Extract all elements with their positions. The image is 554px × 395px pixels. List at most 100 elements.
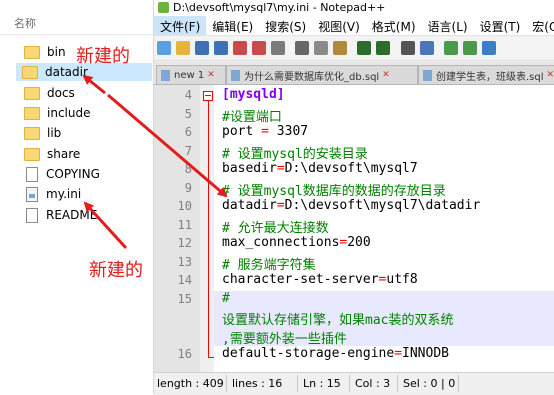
ini-equals: = xyxy=(276,198,285,213)
ini-comment: # 设置mysql的安装目录 xyxy=(222,146,368,162)
tab-label: 为什么需要数据库优化_db.sql xyxy=(244,71,380,83)
fold-range-line xyxy=(208,101,209,357)
explorer-item-label: docs xyxy=(47,86,75,100)
explorer-item-docs[interactable]: docs xyxy=(18,84,148,102)
ini-equals: = xyxy=(394,346,403,361)
zoom-in-icon[interactable] xyxy=(444,41,458,55)
save-all-icon[interactable] xyxy=(214,41,228,55)
close-tab-icon[interactable]: ✕ xyxy=(382,70,390,80)
paste-icon[interactable] xyxy=(333,41,347,55)
column-header-name[interactable]: 名称 xyxy=(0,0,153,35)
ini-value: 3307 xyxy=(268,124,309,139)
menu-item-2[interactable]: 搜索(S) xyxy=(259,16,312,35)
notepad-plus-plus-window: D:\devsoft\mysql7\my.ini - Notepad++ 文件(… xyxy=(154,0,554,395)
ini-comment: # xyxy=(222,290,230,306)
code-line: 4 [mysqld] xyxy=(154,87,554,106)
menu-item-6[interactable]: 设置(T) xyxy=(474,16,527,35)
code-line: 12 max_connections=200 xyxy=(154,235,554,254)
close-tab-icon[interactable]: ✕ xyxy=(547,70,554,80)
menu-bar: 文件(F)编辑(E)搜索(S)视图(V)格式(M)语言(L)设置(T)宏(O) xyxy=(154,16,554,36)
close-icon[interactable] xyxy=(233,41,247,55)
redo-icon[interactable] xyxy=(376,41,390,55)
explorer-item-lib[interactable]: lib xyxy=(18,124,148,142)
code-line: 16 default-storage-engine=INNODB xyxy=(154,346,554,365)
folder-icon xyxy=(24,147,40,161)
ini-comment: ,需要额外装一些插件 xyxy=(222,331,347,347)
ini-equals: = xyxy=(276,161,285,176)
menu-item-3[interactable]: 视图(V) xyxy=(312,16,366,35)
ini-value: INNODB xyxy=(402,346,449,361)
ini-setting: datadir=D:\devsoft\mysql7\datadir xyxy=(222,198,480,213)
column-header-label: 名称 xyxy=(14,17,36,30)
menu-item-1[interactable]: 编辑(E) xyxy=(206,16,259,35)
line-number: 5 xyxy=(184,106,192,121)
file-icon xyxy=(26,207,38,223)
close-tab-icon[interactable]: ✕ xyxy=(207,70,215,80)
code-line: 15 # 设置默认存储引擎，如果mac装的双系统 ,需要额外装一些插件 xyxy=(154,290,554,347)
toolbar xyxy=(154,36,554,61)
ini-comment: # 服务端字符集 xyxy=(222,257,316,273)
folder-icon xyxy=(22,65,38,79)
explorer-item-my-ini[interactable]: my.ini xyxy=(18,185,148,203)
sync-icon[interactable] xyxy=(482,41,496,55)
explorer-item-copying[interactable]: COPYING xyxy=(18,165,148,183)
ini-value: 200 xyxy=(347,235,371,250)
document-icon xyxy=(161,69,170,81)
code-line: 7 # 设置mysql的安装目录 xyxy=(154,143,554,162)
code-line: 8 basedir=D:\devsoft\mysql7 xyxy=(154,161,554,180)
document-icon xyxy=(231,69,240,81)
menu-item-0[interactable]: 文件(F) xyxy=(154,16,207,35)
status-length: length : 409 xyxy=(157,377,224,390)
menu-item-4[interactable]: 格式(M) xyxy=(366,16,422,35)
line-number: 6 xyxy=(184,125,192,139)
editor-tab[interactable]: 创建学生表，班级表.sql ✕ xyxy=(418,65,554,84)
explorer-item-label: bin xyxy=(47,45,66,59)
explorer-item-label: lib xyxy=(47,126,62,140)
editor-tab[interactable]: 为什么需要数据库优化_db.sql ✕ xyxy=(226,65,418,84)
code-line: 11 # 允许最大连接数 xyxy=(154,217,554,236)
annotation-newly-created-bottom: 新建的 xyxy=(89,260,143,281)
ini-comment: # 允许最大连接数 xyxy=(222,220,329,236)
line-number: 16 xyxy=(177,347,192,361)
menu-item-7[interactable]: 宏(O) xyxy=(526,16,554,35)
explorer-item-include[interactable]: include xyxy=(18,104,148,122)
save-icon[interactable] xyxy=(195,41,209,55)
explorer-item-label: my.ini xyxy=(46,187,82,201)
ini-value: D:\devsoft\mysql7 xyxy=(284,161,418,176)
explorer-item-readme[interactable]: README xyxy=(18,206,148,224)
tab-bar: new 1 ✕ 为什么需要数据库优化_db.sql ✕ 创建学生表，班级表.sql ✕ xyxy=(154,62,554,85)
cut-icon[interactable] xyxy=(295,41,309,55)
line-number: 15 xyxy=(177,291,192,306)
editor-tab[interactable]: new 1 ✕ xyxy=(156,65,226,84)
copy-icon[interactable] xyxy=(314,41,328,55)
fold-toggle-icon[interactable] xyxy=(203,91,213,101)
folder-icon xyxy=(24,126,40,140)
ini-key: port xyxy=(222,124,262,139)
replace-icon[interactable] xyxy=(420,41,434,55)
ini-comment: # 设置mysql数据库的数据的存放目录 xyxy=(222,183,446,199)
zoom-out-icon[interactable] xyxy=(463,41,477,55)
ini-comment: #设置端口 xyxy=(222,109,282,125)
new-file-icon[interactable] xyxy=(157,41,171,55)
fold-range-end xyxy=(208,356,214,358)
open-file-icon[interactable] xyxy=(176,41,190,55)
close-all-icon[interactable] xyxy=(252,41,266,55)
explorer-item-label: include xyxy=(47,106,91,120)
document-icon xyxy=(423,69,432,81)
window-title: D:\devsoft\mysql7\my.ini - Notepad++ xyxy=(173,1,386,14)
find-icon[interactable] xyxy=(401,41,415,55)
annotation-newly-created-top: 新建的 xyxy=(76,46,130,67)
ini-key: basedir xyxy=(222,161,277,176)
line-number: 13 xyxy=(177,254,192,269)
line-number: 9 xyxy=(184,180,192,195)
code-line: 6 port = 3307 xyxy=(154,124,554,143)
ini-setting: port = 3307 xyxy=(222,124,308,139)
menu-item-5[interactable]: 语言(L) xyxy=(422,16,474,35)
print-icon[interactable] xyxy=(271,41,285,55)
explorer-item-label: share xyxy=(47,147,81,161)
editor-area[interactable]: 4 [mysqld] 5 #设置端口 6 port = 3307 7 # 设置mysql的安装… xyxy=(154,85,554,372)
explorer-item-share[interactable]: share xyxy=(18,145,148,163)
ini-key: default-storage-engine xyxy=(222,346,395,361)
ini-key: datadir xyxy=(222,198,277,213)
undo-icon[interactable] xyxy=(357,41,371,55)
